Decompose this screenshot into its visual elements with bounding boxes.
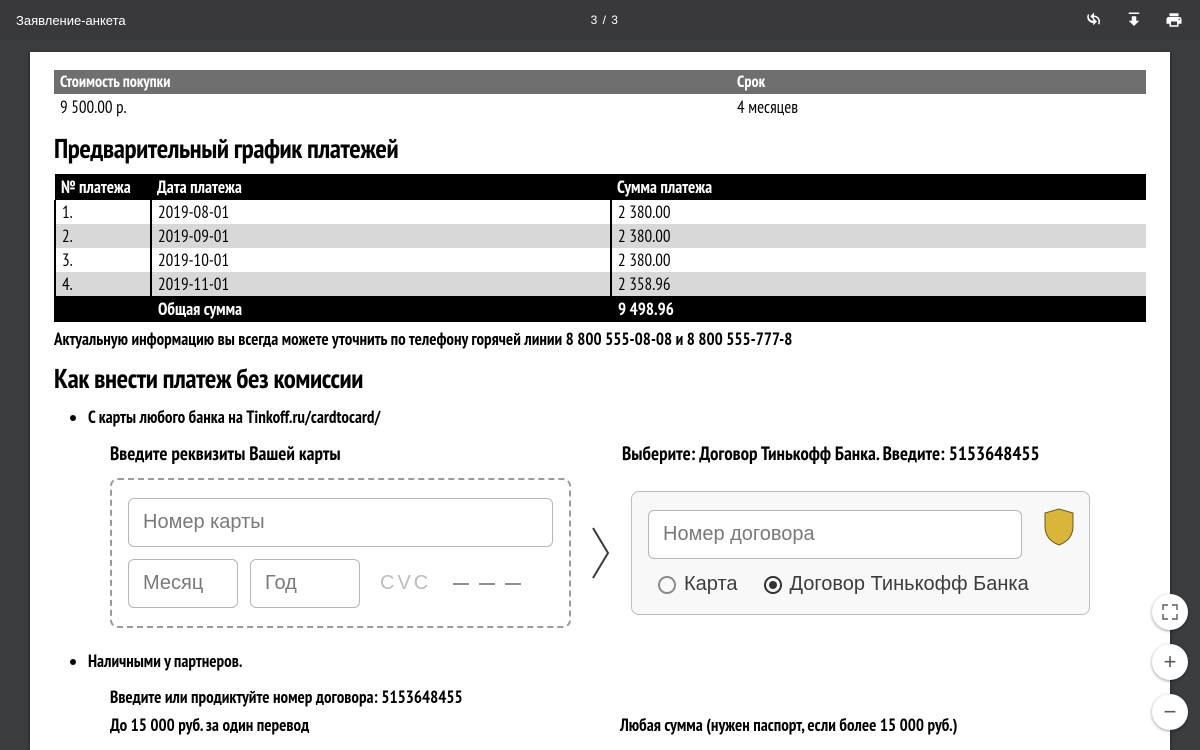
bank-shield-icon [1043,508,1075,546]
cash-limit-right: Любая сумма (нужен паспорт, если более 1… [620,714,1090,736]
card-number-field: Номер карты [128,498,553,547]
zoom-in-button[interactable]: + [1152,644,1188,680]
schedule-col-amount: Сумма платежа [611,174,1146,200]
purchase-term-value: 4 месяцев [731,94,1146,120]
radio-contract: Договор Тинькофф Банка [764,573,1029,596]
purchase-header-row: Стоимость покупки Срок [54,70,1146,94]
schedule-total-label: Общая сумма [151,296,611,322]
card-right-caption: Выберите: Договор Тинькофф Банка. Введит… [622,442,1090,466]
card-left-caption: Введите реквизиты Вашей карты [110,442,578,466]
zoom-out-button[interactable]: − [1152,694,1188,730]
card-month-field: Месяц [128,559,238,608]
schedule-col-num: № платежа [55,174,151,200]
schedule-row: 1. 2019-08-01 2 380.00 [55,200,1146,224]
viewport: Стоимость покупки Срок 9 500.00 р. 4 мес… [0,40,1200,750]
page-indicator: 3 / 3 [126,13,1084,27]
destination-card-panel: Номер договора Карта Договор Тинькофф Ба… [631,491,1090,615]
cards-row: Номер карты Месяц Год CVC Номер договора [110,478,1090,628]
cvc-label: CVC [380,572,431,595]
pdf-toolbar: Заявление-анкета 3 / 3 [0,0,1200,40]
schedule-col-date: Дата платежа [151,174,611,200]
cvc-placeholder [453,583,521,585]
download-button[interactable] [1124,10,1144,30]
document-title: Заявление-анкета [16,13,126,28]
schedule-total-value: 9 498.96 [611,296,1146,322]
schedule-table: № платежа Дата платежа Сумма платежа 1. … [54,174,1146,322]
rotate-button[interactable] [1084,10,1104,30]
radio-card: Карта [658,573,738,596]
purchase-value-row: 9 500.00 р. 4 месяцев [54,94,1146,120]
method-cardtocard-title: С карты любого банка на Tinkoff.ru/cardt… [88,406,1146,428]
schedule-row: 2. 2019-09-01 2 380.00 [55,224,1146,248]
method-cash-instruction: Введите или продиктуйте номер договора: … [110,686,1146,708]
contract-number-field: Номер договора [648,510,1022,559]
purchase-term-label: Срок [731,70,1146,94]
print-button[interactable] [1164,10,1184,30]
schedule-row: 3. 2019-10-01 2 380.00 [55,248,1146,272]
chevron-right-icon [587,523,615,583]
method-cash-title: Наличными у партнеров. [88,650,1146,672]
hotline-note: Актуальную информацию вы всегда можете у… [54,328,1146,350]
fit-page-button[interactable] [1152,594,1188,630]
card-year-field: Год [250,559,360,608]
document-page: Стоимость покупки Срок 9 500.00 р. 4 мес… [30,52,1170,750]
schedule-heading: Предварительный график платежей [54,132,1146,166]
source-card-panel: Номер карты Месяц Год CVC [110,478,571,628]
purchase-cost-label: Стоимость покупки [54,70,731,94]
howto-heading: Как внести платеж без комиссии [54,362,1146,396]
cash-limit-left: До 15 000 руб. за один перевод [110,714,580,736]
purchase-cost-value: 9 500.00 р. [54,94,731,120]
schedule-row: 4. 2019-11-01 2 358.96 [55,272,1146,296]
